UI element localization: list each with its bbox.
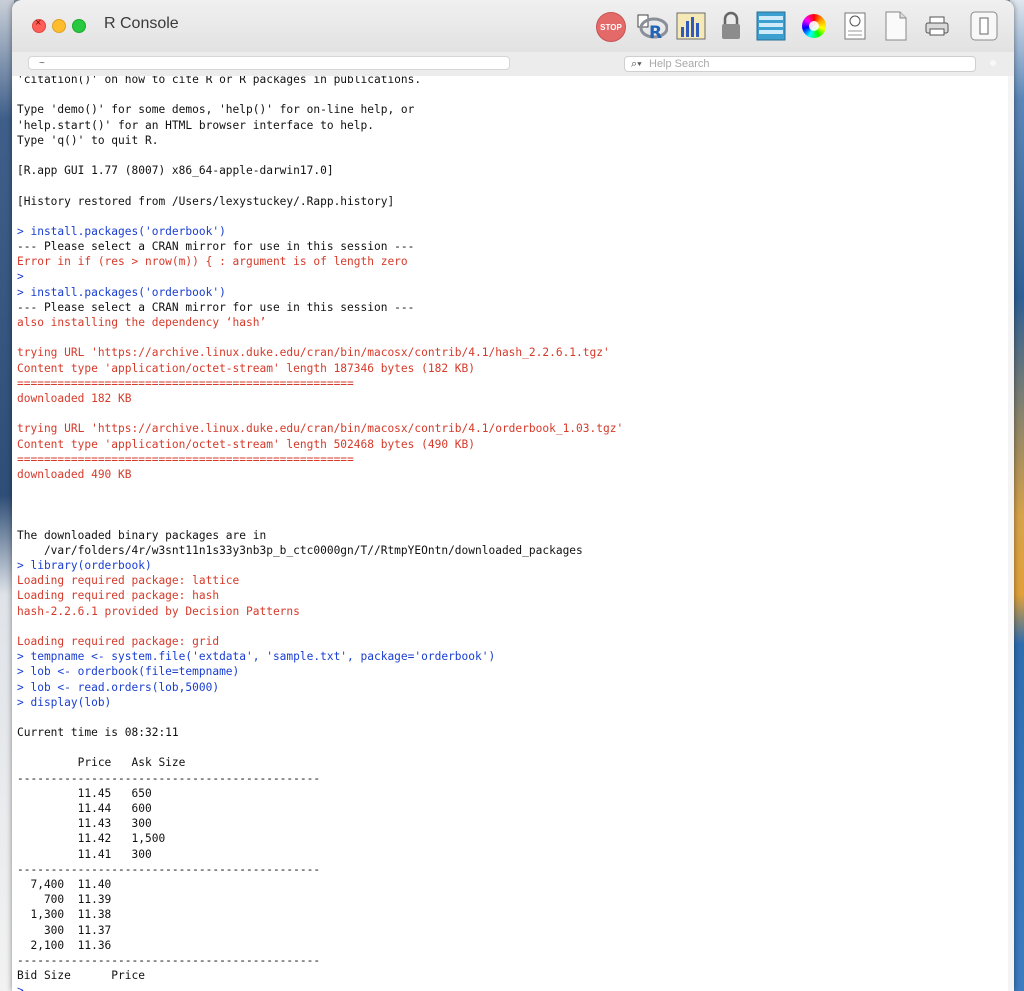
console-output-line: Current time is 08:32:11 — [17, 726, 179, 740]
console-output-line: 11.43 300 — [17, 817, 152, 831]
console-output-line: [R.app GUI 1.77 (8007) x86_64-apple-darw… — [17, 164, 334, 178]
console-output-line: Type 'q()' to quit R. — [17, 133, 159, 147]
list-icon[interactable] — [756, 11, 786, 41]
console-message-line: Content type 'application/octet-stream' … — [17, 361, 476, 375]
svg-text:R: R — [649, 23, 662, 41]
vertical-scrollbar[interactable] — [1008, 76, 1014, 991]
console-output-line: 11.45 650 — [17, 786, 152, 800]
console-output-line: /var/folders/4r/w3snt11n1s33y3nb3p_b_ctc… — [17, 543, 583, 557]
lock-icon[interactable] — [720, 11, 742, 41]
r-logo-icon[interactable]: R — [636, 11, 668, 41]
help-search-placeholder: Help Search — [649, 58, 710, 70]
sidebar-toggle-icon[interactable] — [970, 11, 998, 41]
console-output-line: 'help.start()' for an HTML browser inter… — [17, 118, 374, 132]
console-output-line: ----------------------------------------… — [17, 953, 321, 967]
stop-label: STOP — [600, 22, 622, 32]
console-output-line: Bid Size Price — [17, 969, 145, 983]
console-command-line: > display(lob) — [17, 695, 112, 709]
console-command-line: > lob <- read.orders(lob,5000) — [17, 680, 220, 694]
status-dot — [990, 60, 996, 66]
console-message-line: trying URL 'https://archive.linux.duke.e… — [17, 346, 610, 360]
console-message-line: downloaded 490 KB — [17, 467, 132, 481]
console-message-line: Loading required package: hash — [17, 589, 220, 603]
window-title: R Console — [104, 15, 179, 32]
console-output-line: --- Please select a CRAN mirror for use … — [17, 240, 415, 254]
console-message-line: also installing the dependency ‘hash’ — [17, 316, 267, 329]
console-output-line: 7,400 11.40 — [17, 877, 112, 891]
console-command-line: > — [17, 984, 24, 991]
console-message-line: Loading required package: grid — [17, 634, 220, 648]
console-lines: 'citation()' on how to cite R or R packa… — [17, 76, 623, 991]
title-bar[interactable]: R Console STOP R — [12, 0, 1014, 52]
working-directory-field[interactable]: ~ — [28, 56, 510, 70]
chart-icon[interactable] — [676, 11, 706, 41]
console-message-line: ========================================… — [17, 376, 354, 390]
console-output-line: ----------------------------------------… — [17, 771, 321, 785]
console-message-line: Error in if (res > nrow(m)) { : argument… — [17, 255, 408, 269]
stop-icon[interactable]: STOP — [596, 12, 626, 42]
printer-icon[interactable] — [924, 11, 950, 41]
console-message-line: ========================================… — [17, 452, 354, 466]
blank-document-icon[interactable] — [884, 11, 908, 41]
close-button[interactable] — [32, 17, 46, 33]
minimize-button[interactable] — [52, 19, 66, 33]
secondary-toolbar: ~ ⌕▾ Help Search — [12, 52, 1014, 77]
console-command-line: > library(orderbook) — [17, 559, 152, 572]
console-output-line: The downloaded binary packages are in — [17, 528, 267, 542]
console-output-line: ----------------------------------------… — [17, 862, 321, 876]
r-console-window: R Console STOP R — [12, 0, 1014, 991]
console-output-line: [History restored from /Users/lexystucke… — [17, 194, 395, 208]
console-output-line: 1,300 11.38 — [17, 908, 112, 922]
console-message-line: Content type 'application/octet-stream' … — [17, 437, 476, 451]
color-wheel-icon[interactable] — [802, 14, 826, 38]
console-output-line: 11.41 300 — [17, 847, 152, 861]
console-output-line: Type 'demo()' for some demos, 'help()' f… — [17, 103, 415, 117]
console-command-line: > — [17, 270, 24, 284]
console-output-line: Price Ask Size — [17, 756, 186, 770]
console-command-line: > install.packages('orderbook') — [17, 224, 226, 238]
console-output-line: 11.42 1,500 — [17, 832, 166, 846]
console-command-line: > lob <- orderbook(file=tempname) — [17, 665, 240, 679]
search-icon: ⌕▾ — [631, 58, 642, 70]
console-output-area[interactable]: 'citation()' on how to cite R or R packa… — [12, 76, 1014, 991]
console-output-line: 300 11.37 — [17, 923, 112, 937]
console-message-line: hash-2.2.6.1 provided by Decision Patter… — [17, 604, 300, 618]
console-output-line: 2,100 11.36 — [17, 938, 112, 952]
console-output-line: 700 11.39 — [17, 893, 112, 907]
console-command-line: > tempname <- system.file('extdata', 'sa… — [17, 650, 496, 664]
document-icon[interactable] — [842, 11, 868, 41]
console-message-line: trying URL 'https://archive.linux.duke.e… — [17, 422, 624, 436]
console-command-line: > install.packages('orderbook') — [17, 285, 226, 299]
zoom-button[interactable] — [72, 19, 86, 33]
console-output-line: 'citation()' on how to cite R or R packa… — [17, 76, 422, 86]
console-message-line: downloaded 182 KB — [17, 391, 132, 405]
console-output-line: 11.44 600 — [17, 802, 152, 815]
help-search-input[interactable]: ⌕▾ Help Search — [624, 56, 976, 72]
console-message-line: Loading required package: lattice — [17, 574, 240, 588]
console-output-line: --- Please select a CRAN mirror for use … — [17, 300, 415, 314]
